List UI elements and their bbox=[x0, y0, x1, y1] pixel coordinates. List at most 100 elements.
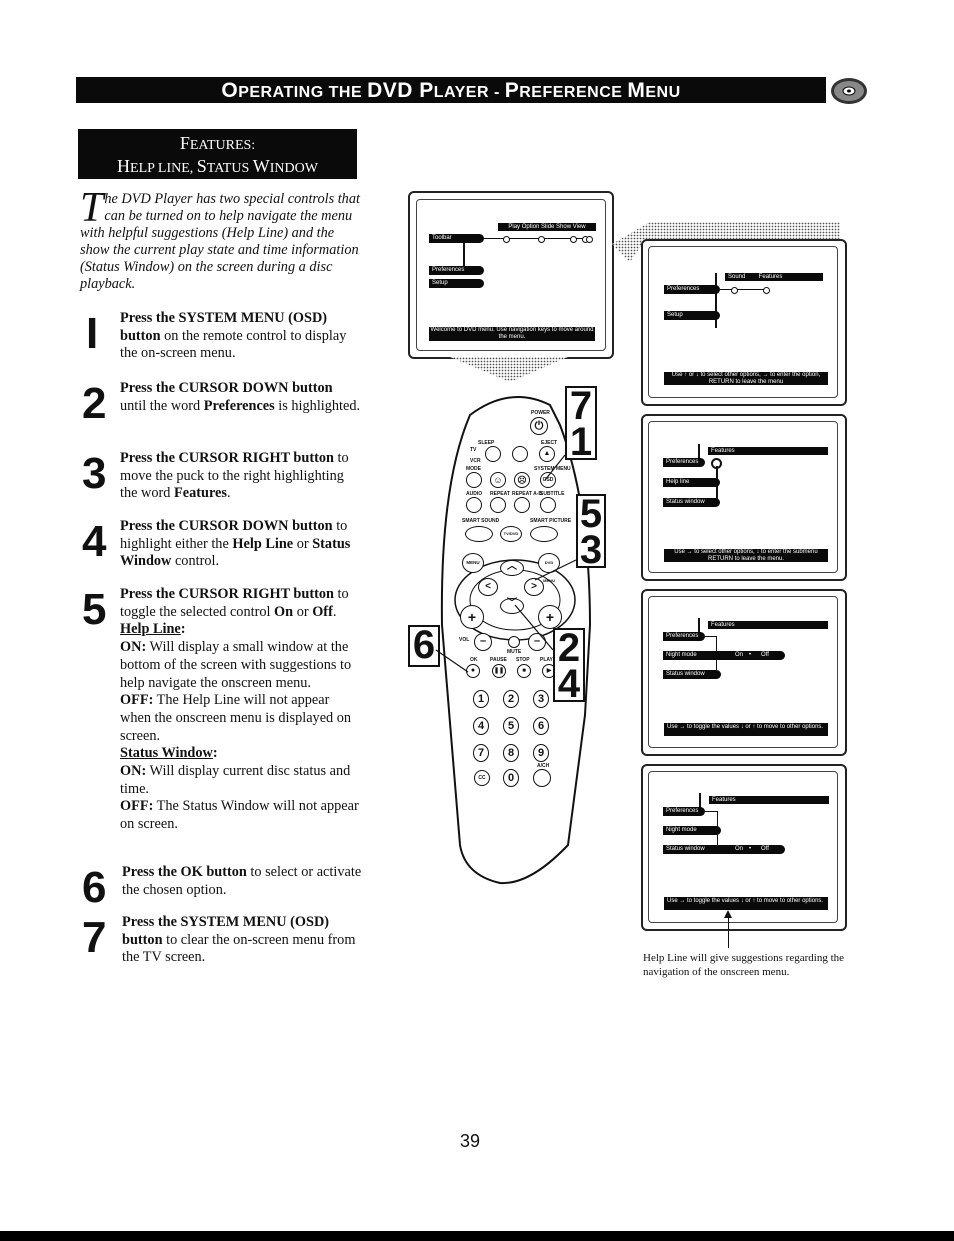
menu-item-night-mode: Night mode bbox=[663, 826, 721, 835]
intro-text: he DVD Player has two special controls t… bbox=[80, 191, 360, 292]
step-number: 5 bbox=[82, 585, 107, 634]
menu-item-night-mode: Night mode On • Off bbox=[663, 651, 785, 660]
sub-item: OFF: The Status Window will not appear o… bbox=[120, 798, 359, 833]
underlined-heading: Help Line bbox=[120, 621, 181, 638]
menu-item-preferences: Preferences bbox=[664, 285, 720, 294]
toggle-on: On bbox=[735, 846, 744, 852]
cc-button[interactable]: CC bbox=[474, 770, 490, 786]
help-line: Use → to toggle the values ↓ or ↑ to mov… bbox=[664, 897, 828, 910]
night-mode-label: Night mode bbox=[666, 652, 697, 658]
toggle-off: Off bbox=[761, 846, 769, 852]
step-emphasis: Help Line bbox=[232, 535, 294, 552]
menu-item-preferences: Preferences bbox=[663, 807, 705, 816]
cap: H bbox=[117, 156, 131, 176]
help-line: Use ↑ or ↓ to select other options, → to… bbox=[664, 372, 828, 385]
page-header: OPERATING THE DVD PLAYER - PREFERENCE ME… bbox=[76, 77, 826, 103]
drop-cap: T bbox=[80, 185, 104, 231]
title-part-big: DVD P bbox=[367, 79, 434, 102]
step-emphasis: Preferences bbox=[203, 397, 275, 414]
step-bold: Press the SYSTEM MENU (OSD) button bbox=[120, 310, 328, 344]
step-emphasis: On bbox=[274, 603, 294, 620]
title-part-small: ENU bbox=[645, 84, 681, 101]
smallcaps: EATURES: bbox=[189, 138, 256, 153]
step-text: Press the CURSOR DOWN button to highligh… bbox=[120, 518, 351, 570]
step-text: Press the SYSTEM MENU (OSD) button to cl… bbox=[122, 914, 356, 966]
help-line-1: Use ↑ or ↓ to select other options, → to… bbox=[671, 372, 821, 378]
title-part-small: LAYER - bbox=[433, 84, 505, 101]
option-label: OFF: bbox=[120, 798, 154, 815]
digit-8-button[interactable]: 8 bbox=[503, 744, 519, 762]
underlined-heading: Status Window bbox=[120, 745, 213, 762]
option-label: OFF: bbox=[120, 692, 154, 709]
menu-item-preferences: Preferences bbox=[663, 632, 705, 641]
menu-item-status-window: Status window On • Off bbox=[663, 845, 785, 854]
step-bold: Press the CURSOR DOWN button bbox=[120, 380, 333, 396]
top-menu-bar: Sound Features bbox=[725, 273, 823, 281]
sub-item: OFF: The Help Line will not appear when … bbox=[120, 692, 352, 744]
digit-5-button[interactable]: 5 bbox=[503, 717, 519, 735]
menu-item-setup: Setup bbox=[664, 311, 720, 320]
tv-screen-features: Features Preferences Help line Status wi… bbox=[641, 414, 847, 581]
step-emphasis: Features bbox=[174, 485, 227, 502]
toggle-off: Off bbox=[761, 652, 769, 658]
digit-6-button[interactable]: 6 bbox=[533, 717, 549, 735]
digit-7-button[interactable]: 7 bbox=[473, 744, 489, 762]
step-bold: Press the SYSTEM MENU (OSD) button bbox=[122, 914, 330, 948]
step-bold: Press the CURSOR RIGHT button bbox=[120, 450, 334, 466]
tv-screen-status-window: Features Preferences Night mode Status w… bbox=[641, 764, 847, 931]
tv-screen-preferences: Sound Features Preferences Setup Use ↑ o… bbox=[641, 239, 847, 406]
step-bold: Press the CURSOR DOWN button bbox=[120, 518, 333, 534]
top-menu-bar: Features bbox=[708, 621, 828, 629]
help-line-1: Use → to select other options, ↓ to ente… bbox=[674, 549, 818, 555]
digit-0-button[interactable]: 0 bbox=[503, 769, 519, 787]
top-menu-bar: Features bbox=[709, 796, 829, 804]
menu-item-status-window: Status window bbox=[663, 498, 720, 507]
step-number: 2 bbox=[82, 379, 107, 428]
cap: S bbox=[196, 156, 207, 176]
digit-label: 7 bbox=[477, 747, 485, 759]
step-number: 3 bbox=[82, 449, 107, 498]
title-part-big: M bbox=[627, 79, 646, 102]
ach-button[interactable] bbox=[533, 769, 551, 787]
step-number: 6 bbox=[82, 863, 107, 912]
step-text: Press the CURSOR RIGHT button to move th… bbox=[120, 450, 349, 502]
intro-paragraph: The DVD Player has two special controls … bbox=[80, 185, 360, 293]
sub-heading: Status Window: bbox=[120, 745, 218, 762]
option-label: ON: bbox=[120, 639, 147, 656]
smallcaps: ELP LINE, bbox=[130, 161, 197, 176]
tv-screen-night-mode: Features Preferences Night mode On • Off St… bbox=[641, 589, 847, 756]
menu-item-status-window: Status window bbox=[663, 670, 721, 679]
cc-label: CC bbox=[478, 775, 486, 781]
step-bold: Press the OK button bbox=[122, 864, 247, 880]
disc-icon bbox=[831, 78, 867, 104]
help-line-2: RETURN to leave the menu bbox=[708, 379, 784, 385]
callout-leader-lines bbox=[435, 454, 577, 673]
menu-item-help-line: Help line bbox=[663, 478, 720, 487]
help-line: Use → to toggle the values ↓ or ↑ to mov… bbox=[664, 723, 828, 736]
step-text: Press the OK button to select or activat… bbox=[122, 864, 362, 898]
step-text: Press the CURSOR DOWN button until the w… bbox=[120, 380, 361, 414]
digit-9-button[interactable]: 9 bbox=[533, 744, 549, 762]
step-emphasis: Off bbox=[312, 603, 333, 620]
cap: W bbox=[252, 156, 270, 176]
status-window-label: Status window bbox=[666, 846, 705, 852]
option-label: ON: bbox=[120, 763, 147, 780]
title-part-big: P bbox=[504, 79, 520, 102]
cap: F bbox=[179, 133, 190, 153]
digit-label: 9 bbox=[537, 747, 545, 759]
digit-label: 5 bbox=[507, 720, 515, 732]
title-part-small: REFERENCE bbox=[519, 84, 628, 101]
title-part-small: PERATING THE bbox=[238, 84, 368, 101]
smallcaps: TATUS bbox=[206, 161, 253, 176]
digit-label: 6 bbox=[537, 720, 545, 732]
step-number: I bbox=[86, 309, 99, 358]
step-text: Press the SYSTEM MENU (OSD) button on th… bbox=[120, 310, 347, 362]
screen-caption: Help Line will give suggestions regardin… bbox=[643, 952, 845, 978]
digit-4-button[interactable]: 4 bbox=[473, 717, 489, 735]
sub-item: ON: Will display a small window at the b… bbox=[120, 639, 352, 691]
step-text: Press the CURSOR RIGHT button to toggle … bbox=[120, 586, 362, 834]
digit-0-label: 0 bbox=[507, 772, 515, 784]
bottom-rule bbox=[0, 1231, 954, 1241]
step-number: 7 bbox=[82, 913, 107, 962]
step-number: 4 bbox=[82, 517, 107, 566]
